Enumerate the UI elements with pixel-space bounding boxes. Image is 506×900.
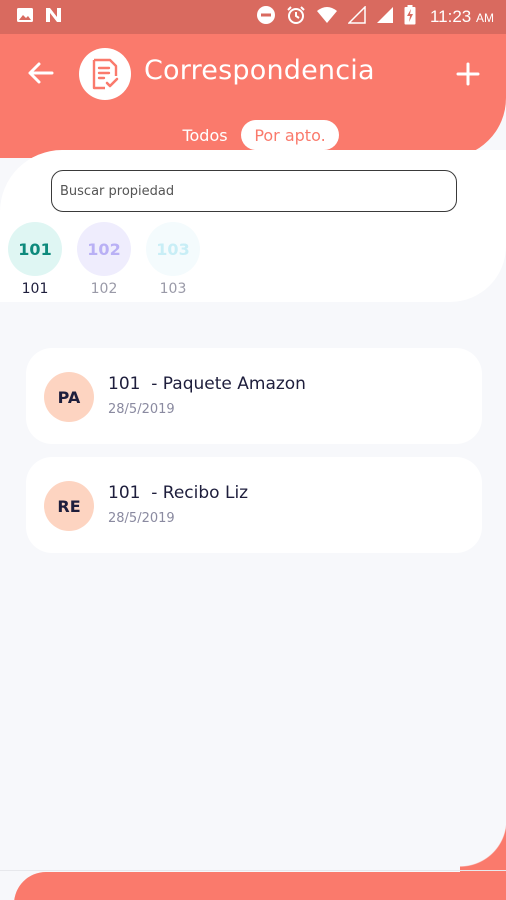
add-button[interactable] — [452, 58, 484, 90]
signal-empty-icon — [347, 4, 366, 29]
back-button[interactable] — [24, 56, 56, 90]
signal-icon — [376, 6, 394, 29]
tab-todos[interactable]: Todos — [174, 120, 236, 150]
item-date: 28/5/2019 — [108, 402, 175, 417]
arrow-left-icon — [28, 62, 54, 84]
list-item[interactable]: RE 101 - Recibo Liz 28/5/2019 — [26, 457, 482, 553]
item-title: 101 - Paquete Amazon — [108, 374, 306, 394]
search-input[interactable] — [51, 170, 457, 212]
image-icon — [16, 6, 34, 29]
item-title: 101 - Recibo Liz — [108, 483, 249, 503]
bottom-bar — [14, 872, 506, 900]
apartment-103[interactable]: 103 103 — [145, 222, 201, 297]
apartment-102[interactable]: 102 102 — [76, 222, 132, 297]
status-bar: 11:23 AM — [0, 0, 506, 34]
apartment-label: 103 — [159, 281, 187, 297]
list-item[interactable]: PA 101 - Paquete Amazon 28/5/2019 — [26, 348, 482, 444]
apartment-label: 102 — [90, 281, 118, 297]
document-check-icon — [92, 58, 119, 90]
alarm-icon — [286, 5, 306, 30]
apartment-avatar: 103 — [146, 222, 200, 276]
bottom-divider — [0, 870, 506, 871]
item-avatar: RE — [44, 481, 94, 531]
plus-icon — [456, 62, 480, 86]
apartment-101[interactable]: 101 101 — [7, 222, 63, 297]
page-title: Correspondencia — [144, 55, 375, 86]
bottom-curve-decoration — [460, 820, 506, 872]
wifi-icon — [316, 6, 338, 29]
notification-n-icon — [44, 6, 64, 29]
battery-charging-icon — [404, 4, 416, 30]
tab-por-apto[interactable]: Por apto. — [241, 120, 339, 150]
app-logo — [79, 48, 131, 100]
item-date: 28/5/2019 — [108, 511, 175, 526]
do-not-disturb-icon — [256, 5, 276, 30]
item-avatar: PA — [44, 372, 94, 422]
apartment-label: 101 — [21, 281, 49, 297]
status-ampm: AM — [476, 11, 494, 25]
apartment-avatar: 102 — [77, 222, 131, 276]
apartment-avatar: 101 — [8, 222, 62, 276]
status-time: 11:23 — [429, 7, 472, 26]
